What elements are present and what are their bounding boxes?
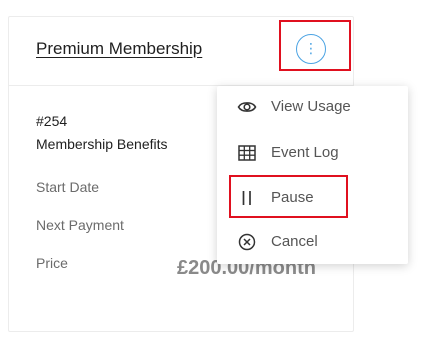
menu-item-event-log[interactable]: Event Log [217, 133, 408, 173]
card-header: Premium Membership ⋮ [9, 17, 353, 86]
membership-benefits-link[interactable]: Membership Benefits [36, 136, 168, 152]
next-payment-label: Next Payment [36, 217, 124, 233]
table-icon [238, 145, 256, 161]
eye-icon [237, 102, 257, 112]
price-label: Price [36, 255, 68, 271]
menu-item-cancel[interactable]: Cancel [217, 222, 408, 262]
card-title-link[interactable]: Premium Membership [36, 39, 202, 59]
more-options-button[interactable]: ⋮ [296, 34, 326, 64]
options-dropdown-menu: View Usage Event Log Pause Cancel [217, 86, 408, 264]
menu-item-label: View Usage [271, 98, 351, 115]
menu-item-view-usage[interactable]: View Usage [217, 87, 408, 127]
menu-item-pause[interactable]: Pause [217, 178, 408, 218]
menu-item-label: Event Log [271, 144, 339, 161]
menu-item-label: Cancel [271, 233, 318, 250]
start-date-label: Start Date [36, 179, 100, 195]
vertical-dots-icon: ⋮ [304, 40, 318, 56]
membership-id: #254 [36, 113, 68, 129]
cancel-circle-icon [238, 233, 256, 251]
pause-icon [242, 191, 251, 205]
menu-item-label: Pause [271, 189, 314, 206]
